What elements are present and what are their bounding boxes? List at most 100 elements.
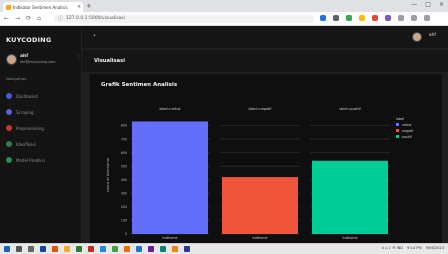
bar-netral — [132, 121, 208, 234]
taskbar-app-icon[interactable] — [100, 246, 106, 252]
x-tick-label: Indihome — [253, 236, 268, 240]
browser-tab[interactable]: Indikator Sentimen Analisis × — [3, 2, 83, 12]
page-title: Visualisasi — [94, 58, 125, 64]
extension-icon[interactable] — [411, 15, 417, 21]
sidebar-item-scraping[interactable]: Scraping — [6, 108, 34, 116]
chart-card: Grafik Sentimen Analisis count of Userna… — [90, 74, 442, 243]
legend-item: netral — [402, 123, 411, 127]
browser-tab-bar: Indikator Sentimen Analisis × + — □ × — [0, 0, 448, 12]
sidebar-item-klasifikasi[interactable]: Klasifikasi — [6, 140, 36, 148]
facet-title: label=negatif — [249, 107, 273, 111]
extension-icon[interactable] — [372, 15, 378, 21]
taskbar-app-icon[interactable] — [172, 246, 178, 252]
maximize-button[interactable]: □ — [425, 1, 431, 8]
app: KUYCODING ahf ahf@kuycoding.com ⋮ Naviga… — [0, 26, 448, 243]
taskbar-app-icon[interactable] — [64, 246, 70, 252]
taskbar-app-icon[interactable] — [16, 246, 22, 252]
forward-button[interactable]: → — [15, 15, 20, 22]
sidebar: KUYCODING ahf ahf@kuycoding.com ⋮ Naviga… — [0, 26, 82, 243]
minimize-button[interactable]: — — [411, 1, 417, 8]
clock-time[interactable]: 9:14 PM — [407, 246, 421, 250]
info-icon[interactable]: ⓘ — [58, 15, 63, 23]
nav-section-label: Navigation — [6, 76, 27, 81]
taskbar-app-icon[interactable] — [136, 246, 142, 252]
y-tick-label: 600 — [121, 151, 127, 155]
user-name: ahf — [20, 54, 29, 59]
x-tick-label: Indihome — [343, 236, 358, 240]
legend-item: positif — [402, 135, 413, 139]
new-tab-button[interactable]: + — [86, 2, 92, 10]
more-vertical-icon[interactable]: ⋮ — [76, 55, 81, 61]
user-panel: ahf ahf@kuycoding.com ⋮ — [6, 54, 81, 70]
extension-icon[interactable] — [359, 15, 365, 21]
extension-icon[interactable] — [398, 15, 404, 21]
tray-icons[interactable]: ∧ ⌂ ♪ ⚟ IND — [382, 246, 404, 250]
extension-icon[interactable] — [385, 15, 391, 21]
sidebar-item-label: Dashboard — [16, 93, 38, 99]
sidebar-item-dashboard[interactable]: Dashboard — [6, 92, 38, 100]
avatar[interactable] — [6, 54, 17, 65]
extension-icon[interactable] — [333, 15, 339, 21]
taskbar-apps — [4, 246, 190, 252]
home-button[interactable]: ⌂ — [37, 15, 41, 22]
taskbar-app-icon[interactable] — [160, 246, 166, 252]
menu-toggle-icon[interactable]: • — [93, 33, 96, 39]
y-axis-label: count of Username — [106, 157, 110, 192]
system-tray: ∧ ⌂ ♪ ⚟ IND 9:14 PM 9/06/2023 — [382, 246, 444, 250]
extension-icon[interactable] — [424, 15, 430, 21]
tab-close-icon[interactable]: × — [77, 4, 81, 10]
legend-swatch — [396, 123, 399, 126]
y-tick-label: 200 — [121, 205, 127, 209]
extension-icon[interactable] — [346, 15, 352, 21]
sidebar-item-label: Model Prediksi — [16, 157, 45, 163]
nav-buttons: ← → ⟳ ⌂ — [4, 15, 41, 22]
legend-swatch — [396, 129, 399, 132]
reload-button[interactable]: ⟳ — [26, 15, 31, 22]
top-navbar: • ahf — [82, 26, 448, 48]
y-tick-label: 400 — [121, 178, 127, 182]
taskbar-app-icon[interactable] — [4, 246, 10, 252]
sidebar-item-label: Preprocessing — [16, 125, 44, 131]
taskbar-app-icon[interactable] — [124, 246, 130, 252]
legend-title: label — [396, 117, 404, 121]
taskbar-app-icon[interactable] — [28, 246, 34, 252]
close-window-button[interactable]: × — [439, 1, 444, 8]
preprocessing-icon — [6, 125, 12, 131]
taskbar-app-icon[interactable] — [112, 246, 118, 252]
taskbar-app-icon[interactable] — [52, 246, 58, 252]
brand-logo[interactable]: KUYCODING — [6, 36, 51, 44]
sidebar-item-preprocessing[interactable]: Preprocessing — [6, 124, 44, 132]
taskbar-app-icon[interactable] — [88, 246, 94, 252]
extension-icon[interactable] — [320, 15, 326, 21]
address-bar[interactable]: ⓘ 127.0.0.1:5000/visualisasi — [54, 15, 314, 23]
topbar-user-menu[interactable]: ahf — [429, 33, 436, 38]
taskbar-app-icon[interactable] — [76, 246, 82, 252]
legend-swatch — [396, 135, 399, 138]
page-header: Visualisasi — [82, 50, 448, 72]
favicon-icon — [6, 4, 11, 10]
tab-title: Indikator Sentimen Analisis — [13, 4, 68, 10]
y-tick-label: 700 — [121, 137, 127, 141]
taskbar-app-icon[interactable] — [184, 246, 190, 252]
taskbar-app-icon[interactable] — [40, 246, 46, 252]
sidebar-item-label: Scraping — [16, 109, 34, 115]
scraping-icon — [6, 109, 12, 115]
os-taskbar: ∧ ⌂ ♪ ⚟ IND 9:14 PM 9/06/2023 — [0, 243, 448, 254]
sentiment-chart[interactable]: count of Username 0 100 200 300 400 500 600 700 8… — [90, 74, 442, 243]
back-button[interactable]: ← — [4, 15, 9, 22]
y-tick-label: 100 — [121, 219, 127, 223]
window-controls: — □ × — [411, 1, 444, 8]
x-tick-label: Indihome — [163, 236, 178, 240]
bar-negatif — [222, 177, 298, 234]
facet-title: label=positif — [339, 107, 361, 111]
y-tick-label: 300 — [121, 192, 127, 196]
url-text: 127.0.0.1:5000/visualisasi — [66, 16, 126, 21]
extension-icons — [320, 15, 430, 21]
taskbar-app-icon[interactable] — [148, 246, 154, 252]
main-content: • ahf Visualisasi Grafik Sentimen Analis… — [82, 26, 448, 243]
facet-title: label=netral — [159, 107, 180, 111]
user-email: ahf@kuycoding.com — [20, 60, 56, 64]
clock-date[interactable]: 9/06/2023 — [426, 246, 444, 250]
topbar-avatar[interactable] — [412, 32, 422, 42]
sidebar-item-model-prediksi[interactable]: Model Prediksi — [6, 156, 45, 164]
